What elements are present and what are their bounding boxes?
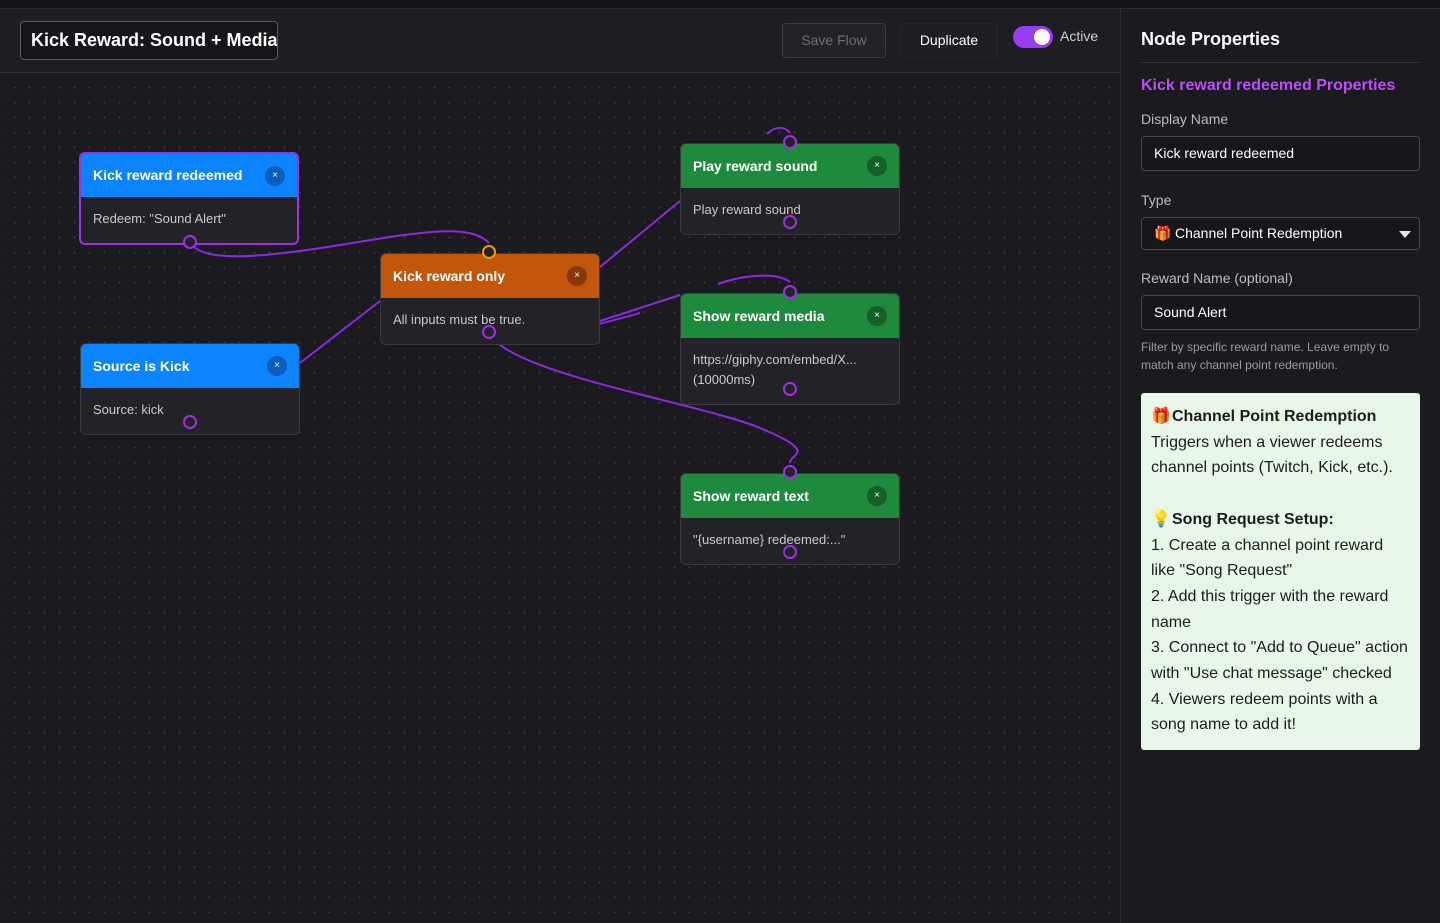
info-heading: 🎁Channel Point Redemption [1151,404,1410,430]
setup-step: 3. Connect to "Add to Queue" action with… [1151,639,1408,683]
info-description: Triggers when a viewer redeems channel p… [1151,433,1393,477]
close-icon[interactable]: × [867,156,887,176]
duplicate-button[interactable]: Duplicate [900,23,998,58]
node-header: Source is Kick × [81,344,299,388]
help-infobox: 🎁Channel Point Redemption Triggers when … [1141,393,1420,751]
panel-title: Node Properties [1141,29,1420,63]
setup-heading: 💡Song Request Setup: [1151,507,1410,533]
close-icon[interactable]: × [267,356,287,376]
node-title: Show reward text [693,488,809,504]
chevron-down-icon [1399,231,1411,238]
edge-media-loop [717,274,791,285]
edge-source-to-logic [299,300,381,364]
reward-name-hint: Filter by specific reward name. Leave em… [1141,340,1390,372]
reward-name-input[interactable]: Sound Alert [1141,295,1420,330]
info-heading-text: Channel Point Redemption [1172,408,1377,425]
display-name-label: Display Name [1141,111,1229,127]
input-port[interactable] [783,285,797,299]
reward-name-label: Reward Name (optional) [1141,270,1293,286]
lightbulb-icon: 💡 [1151,510,1171,528]
close-icon[interactable]: × [867,486,887,506]
save-flow-button[interactable]: Save Flow [782,23,886,58]
flow-name-input[interactable]: Kick Reward: Sound + Media [20,21,278,60]
node-header: Show reward media × [681,294,899,338]
node-header: Play reward sound × [681,144,899,188]
type-label: Type [1141,192,1172,208]
node-header: Kick reward redeemed × [81,154,297,197]
node-title: Show reward media [693,308,825,324]
active-label: Active [1060,28,1099,44]
gift-icon: 🎁 [1151,408,1171,425]
edge-logic-to-media [599,294,681,322]
input-port[interactable] [783,135,797,149]
type-select-value: Channel Point Redemption [1175,225,1343,241]
setup-step: 1. Create a channel point reward like "S… [1151,536,1384,580]
input-port[interactable] [482,245,496,259]
display-name-input[interactable]: Kick reward redeemed [1141,136,1420,171]
input-port[interactable] [783,465,797,479]
media-url: https://giphy.com/embed/X... [693,352,857,367]
edge-sound-loop [766,126,791,135]
edge-logic-to-sound [599,200,681,268]
setup-heading-text: Song Request Setup: [1172,510,1334,528]
node-header: Show reward text × [681,474,899,518]
window-top-strip [0,0,1440,9]
flow-canvas[interactable]: Kick reward redeemed × Redeem: "Sound Al… [0,73,1120,923]
close-icon[interactable]: × [265,166,285,186]
gift-icon: 🎁 [1154,225,1172,241]
node-title: Kick reward only [393,268,506,284]
node-header: Kick reward only × [381,254,599,298]
flow-editor: Kick Reward: Sound + Media Save Flow Dup… [0,9,1120,923]
toolbar: Kick Reward: Sound + Media Save Flow Dup… [0,9,1120,73]
output-port[interactable] [783,545,797,559]
output-port[interactable] [783,215,797,229]
node-kick-reward-redeemed[interactable]: Kick reward redeemed × Redeem: "Sound Al… [79,152,299,245]
node-properties-panel: Node Properties Kick reward redeemed Pro… [1120,9,1440,923]
output-port[interactable] [183,235,197,249]
close-icon[interactable]: × [567,266,587,286]
panel-subtitle: Kick reward redeemed Properties [1141,77,1396,94]
active-toggle[interactable] [1013,26,1053,48]
setup-step: 2. Add this trigger with the reward name [1151,587,1389,631]
setup-step: 4. Viewers redeem points with a song nam… [1151,690,1378,734]
output-port[interactable] [783,382,797,396]
output-port[interactable] [183,415,197,429]
type-select[interactable]: 🎁 Channel Point Redemption [1141,217,1420,250]
node-title: Kick reward redeemed [93,167,243,183]
node-title: Play reward sound [693,158,818,174]
toggle-knob [1034,29,1050,45]
output-port[interactable] [482,325,496,339]
close-icon[interactable]: × [867,306,887,326]
node-title: Source is Kick [93,358,190,374]
